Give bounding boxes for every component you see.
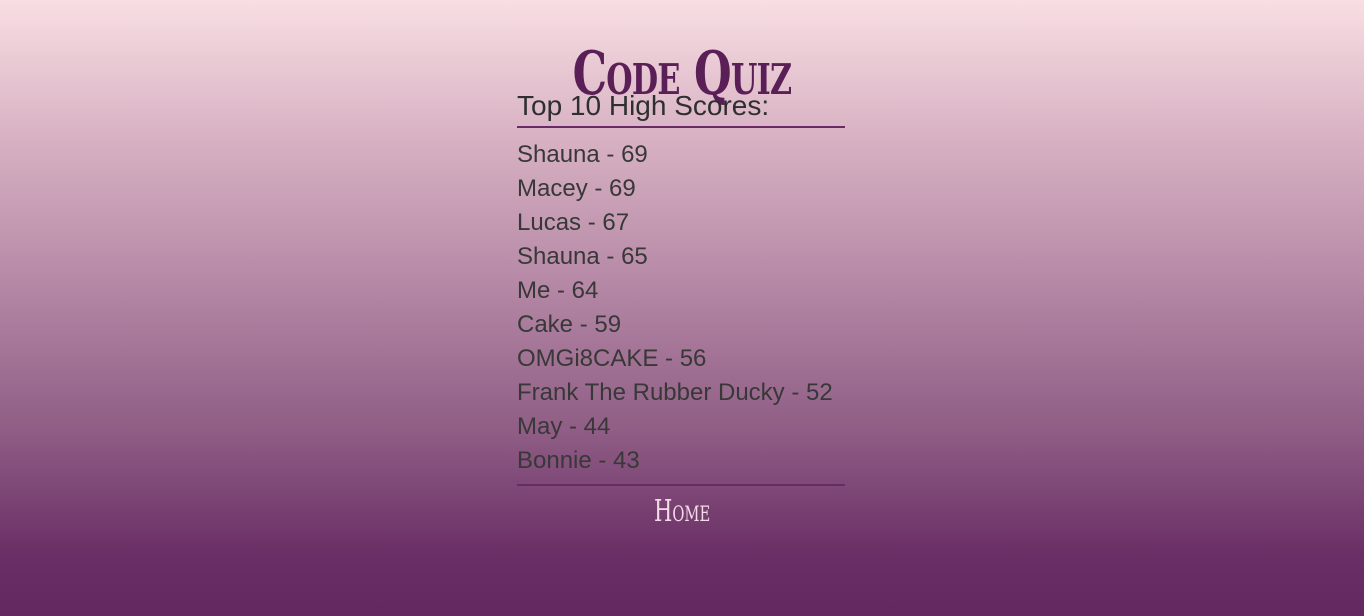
home-link[interactable]: Home [654, 492, 710, 532]
high-scores-panel: Top 10 High Scores: Shauna - 69 Macey - … [517, 86, 845, 486]
home-link-container: Home [0, 492, 1364, 532]
score-entry: Shauna - 65 [517, 243, 648, 270]
score-entry: Lucas - 67 [517, 209, 630, 236]
score-entry: Frank The Rubber Ducky - 52 [517, 379, 833, 406]
score-entry: May - 44 [517, 413, 611, 440]
high-scores-list: Shauna - 69 Macey - 69 Lucas - 67 Shauna… [517, 128, 845, 486]
score-entry: OMGi8CAKE - 56 [517, 345, 707, 372]
high-scores-heading: Top 10 High Scores: [517, 86, 845, 128]
score-entry: Bonnie - 43 [517, 447, 640, 474]
score-entry: Cake - 59 [517, 311, 622, 338]
score-entry: Macey - 69 [517, 175, 636, 202]
score-entry: Me - 64 [517, 277, 599, 304]
score-entry: Shauna - 69 [517, 141, 648, 168]
